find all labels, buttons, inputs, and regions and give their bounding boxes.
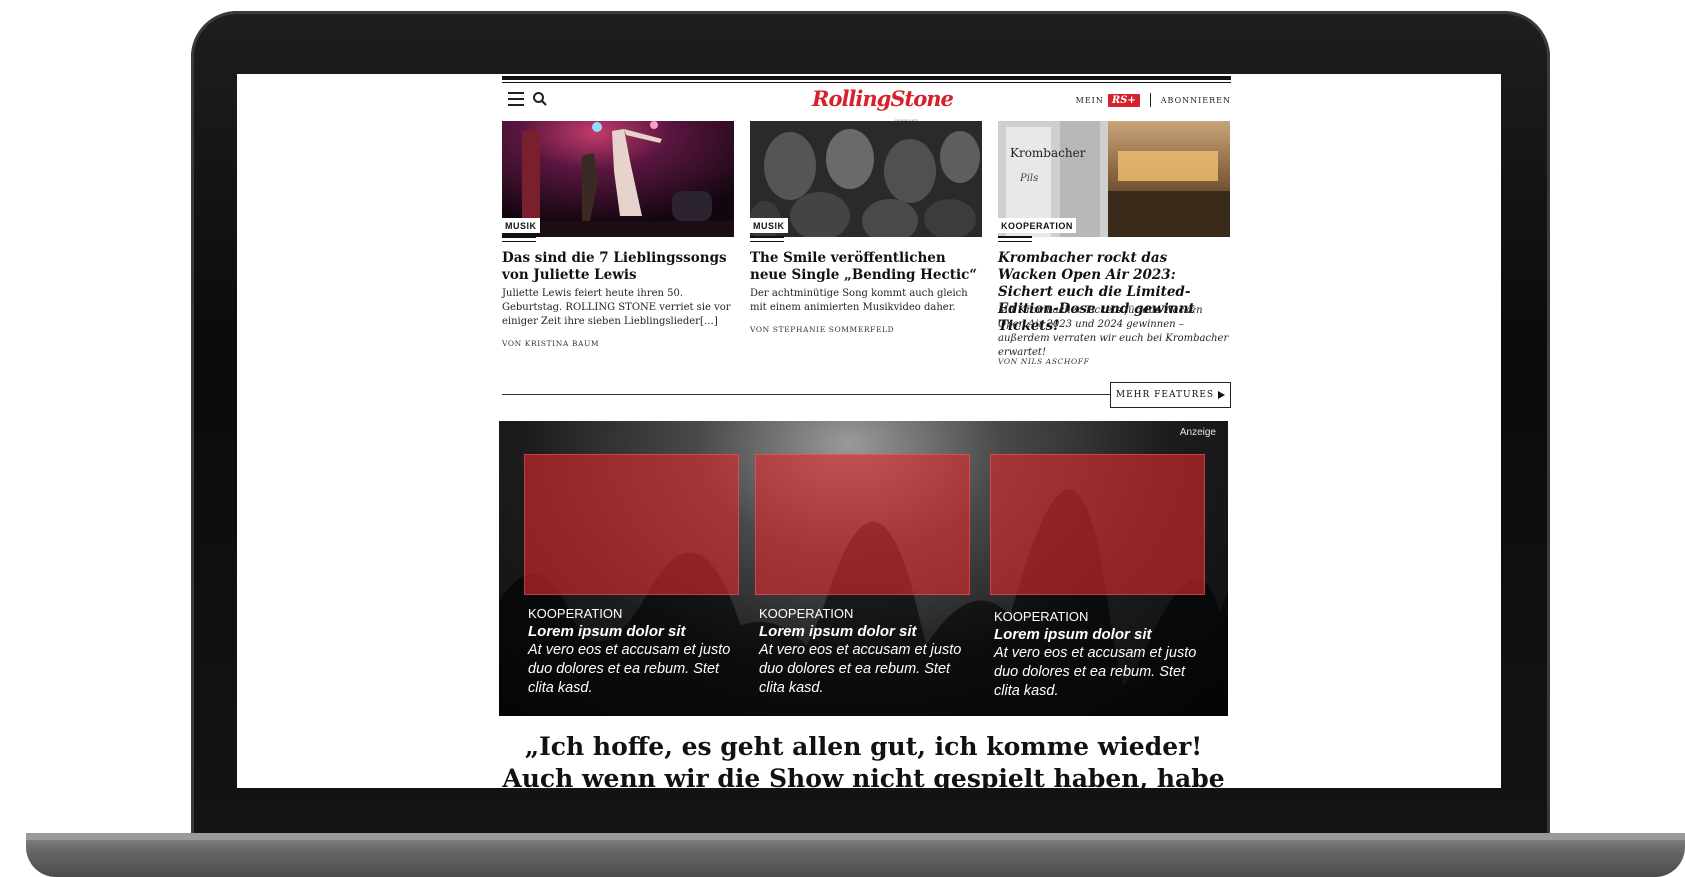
header-account-links: MEIN RS+ ABONNIEREN — [1076, 92, 1231, 108]
mein-link[interactable]: MEIN — [1076, 96, 1104, 105]
svg-text:Krombacher: Krombacher — [1010, 146, 1086, 160]
site-logo[interactable]: RollingStone GERMANY — [812, 84, 954, 123]
tag-rule — [502, 236, 536, 238]
ad-item[interactable]: KOOPERATION Lorem ipsum dolor sit At ver… — [759, 605, 969, 698]
article-title[interactable]: The Smile veröffentlichen neue Single „B… — [750, 250, 982, 284]
article-description: Der achtminütige Song kommt auch gleich … — [750, 288, 968, 313]
ad-title: Lorem ipsum dolor sit — [528, 623, 686, 640]
laptop-base-edge — [26, 833, 1685, 840]
hamburger-menu-icon[interactable] — [508, 92, 524, 106]
ad-label: Anzeige — [1179, 427, 1216, 438]
rsplus-badge[interactable]: RS+ — [1107, 93, 1140, 107]
search-icon[interactable] — [532, 91, 548, 107]
ad-item[interactable]: KOOPERATION Lorem ipsum dolor sit At ver… — [528, 605, 738, 698]
ad-body: At vero eos et accusam et justo duo dolo… — [528, 642, 731, 696]
mehr-features-label: MEHR FEATURES — [1115, 390, 1215, 400]
ad-kicker: KOOPERATION — [994, 609, 1089, 624]
ad-tile-image[interactable] — [755, 454, 970, 595]
header-rule — [502, 76, 1231, 80]
tag-rule-thin — [502, 241, 536, 242]
tag-rule — [998, 236, 1032, 238]
article-description: Mit Krombacher Tickets für das Wacken Op… — [998, 305, 1229, 358]
ad-body: At vero eos et accusam et justo duo dolo… — [994, 645, 1197, 699]
play-arrow-icon — [1218, 391, 1226, 399]
tag-rule-thin — [750, 241, 784, 242]
ad-item[interactable]: KOOPERATION Lorem ipsum dolor sit At ver… — [994, 608, 1204, 701]
tag-rule-thin — [998, 241, 1032, 242]
category-tag[interactable]: MUSIK — [750, 218, 788, 233]
pull-quote: „Ich hoffe, es geht allen gut, ich komme… — [502, 732, 1225, 788]
laptop-screen: RollingStone GERMANY MEIN RS+ ABONNIEREN — [237, 74, 1501, 788]
ad-title: Lorem ipsum dolor sit — [994, 626, 1152, 643]
advertisement-block: Anzeige KOOPERATION Lorem ipsum dolor si… — [499, 421, 1228, 716]
article-author: VON NILS ASCHOFF — [998, 357, 1090, 366]
article-author: VON STEPHANIE SOMMERFELD — [750, 325, 895, 334]
article-title[interactable]: Das sind die 7 Lieblingssongs von Juliet… — [502, 250, 734, 284]
subscribe-link[interactable]: ABONNIEREN — [1161, 96, 1231, 105]
svg-text:Pils: Pils — [1019, 173, 1038, 184]
article-author: VON KRISTINA BAUM — [502, 339, 600, 348]
category-tag[interactable]: KOOPERATION — [998, 218, 1076, 233]
header-rule-thin — [502, 82, 1231, 83]
section-divider — [502, 394, 1110, 395]
ad-title: Lorem ipsum dolor sit — [759, 623, 917, 640]
article-description: Juliette Lewis feiert heute ihren 50. Ge… — [502, 288, 731, 327]
ad-tile-image[interactable] — [524, 454, 739, 595]
ad-kicker: KOOPERATION — [759, 606, 854, 621]
header-separator — [1149, 93, 1151, 107]
category-tag[interactable]: MUSIK — [502, 218, 540, 233]
tag-rule — [750, 236, 784, 238]
mehr-features-button[interactable]: MEHR FEATURES — [1110, 382, 1231, 408]
ad-kicker: KOOPERATION — [528, 606, 623, 621]
ad-body: At vero eos et accusam et justo duo dolo… — [759, 642, 962, 696]
ad-tile-image[interactable] — [990, 454, 1205, 595]
